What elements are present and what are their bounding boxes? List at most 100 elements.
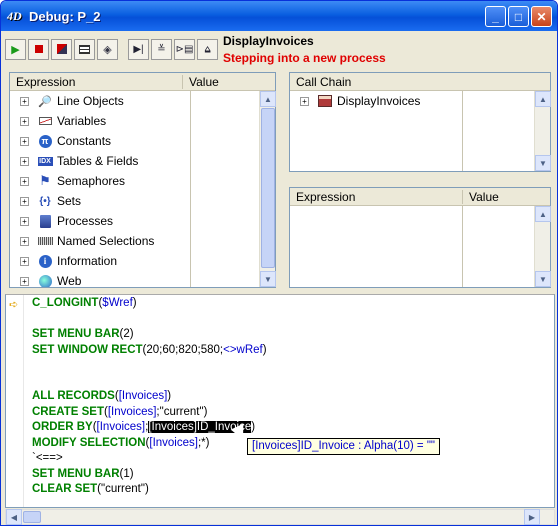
abort-button[interactable] <box>28 38 49 60</box>
trace-button[interactable]: ◈ <box>97 38 118 60</box>
close-button[interactable]: ✕ <box>531 6 552 27</box>
tree-item-label: Semaphores <box>57 174 126 188</box>
semaphore-icon: ⚑ <box>39 173 51 188</box>
watch-expression-header[interactable]: Expression <box>10 75 182 89</box>
code-line[interactable]: ALL RECORDS([Invoices]) <box>32 390 171 402</box>
custom-watch-scrollbar[interactable]: ▲ ▼ <box>534 206 551 287</box>
line-gutter[interactable]: ➪ <box>6 295 24 507</box>
code-line[interactable]: SET WINDOW RECT(20;60;820;580;<>wRef) <box>32 344 267 356</box>
expand-icon[interactable]: + <box>20 256 29 266</box>
column-divider <box>190 91 191 287</box>
tree-item-web[interactable]: + Web <box>10 271 260 287</box>
tree-item-processes[interactable]: + Processes <box>10 211 260 231</box>
code-line[interactable]: CLEAR SET("current") <box>32 483 149 495</box>
tree-item-label: Constants <box>57 134 112 148</box>
watch-pane-header: Expression Value <box>10 73 275 91</box>
code-horizontal-scrollbar[interactable]: ◀ ▶ <box>5 509 555 525</box>
tree-item-sets[interactable]: + {•} Sets <box>10 191 260 211</box>
tree-item-line-objects[interactable]: + 🔎 Line Objects <box>10 91 260 111</box>
title-bar[interactable]: 4D Debug: P_2 _ □ ✕ <box>1 1 557 31</box>
code-token: [Invoices] <box>118 390 168 402</box>
expand-icon[interactable]: + <box>300 96 309 106</box>
tree-item-label: Named Selections <box>57 234 155 248</box>
step-into-icon: ≚ <box>157 43 166 55</box>
program-counter-arrow-icon: ➪ <box>9 299 19 311</box>
tree-item-semaphores[interactable]: + ⚑ Semaphores <box>10 171 260 191</box>
expand-icon[interactable]: + <box>20 216 29 226</box>
step-over-icon: ▶| <box>133 43 144 55</box>
expand-icon[interactable]: + <box>20 236 29 246</box>
custom-expression-header[interactable]: Expression <box>290 190 462 204</box>
scroll-down-button[interactable]: ▼ <box>260 271 276 287</box>
scroll-down-button[interactable]: ▼ <box>535 271 551 287</box>
call-chain-item[interactable]: + DisplayInvoices <box>290 91 420 111</box>
tree-item-constants[interactable]: + π Constants <box>10 131 260 151</box>
watch-tree: + 🔎 Line Objects + Variables + π Constants + I… <box>10 91 260 287</box>
scroll-thumb[interactable] <box>261 108 275 268</box>
code-token: (2) <box>119 328 134 340</box>
code-token: $Wref <box>102 297 133 309</box>
tree-item-label: Sets <box>57 194 82 208</box>
debug-window: 4D Debug: P_2 _ □ ✕ ▶ ◈ ▶| ≚ ⊳▤ ⩠ Displa… <box>0 0 558 526</box>
edit-button[interactable] <box>74 38 95 60</box>
minimize-button[interactable]: _ <box>485 6 506 27</box>
pi-icon: π <box>37 134 53 148</box>
scroll-up-button[interactable]: ▲ <box>535 91 551 107</box>
call-chain-header: Call Chain <box>290 73 550 91</box>
abort-and-edit-button[interactable] <box>51 38 72 60</box>
code-line[interactable]: CREATE SET([Invoices];"current") <box>32 406 207 418</box>
code-line[interactable]: ORDER BY([Invoices];[Invoices]ID_Invoice… <box>32 421 255 433</box>
custom-watch-pane: Expression Value ▲ ▼ <box>289 187 551 288</box>
code-line[interactable]: MODIFY SELECTION([Invoices];*) <box>32 437 209 449</box>
scroll-left-button[interactable]: ◀ <box>6 509 22 525</box>
tree-item-information[interactable]: + i Information <box>10 251 260 271</box>
expand-icon[interactable]: + <box>20 156 29 166</box>
code-token: ;"current") <box>156 405 208 418</box>
window-title: Debug: P_2 <box>29 8 101 24</box>
set-icon: {•} <box>39 195 51 207</box>
custom-value-header[interactable]: Value <box>462 189 499 204</box>
magnifier-icon: 🔎 <box>38 95 52 108</box>
run-button[interactable]: ▶ <box>5 38 26 60</box>
watch-value-header[interactable]: Value <box>182 74 219 89</box>
call-chain-pane: Call Chain + DisplayInvoices ▲ ▼ <box>289 72 551 172</box>
debugger-toolbar: ▶ ◈ ▶| ≚ ⊳▤ ⩠ <box>5 35 220 63</box>
expand-icon[interactable]: + <box>20 176 29 186</box>
stop-icon <box>34 45 43 53</box>
code-keyword: C_LONGINT <box>32 297 99 309</box>
process-icon <box>37 214 53 228</box>
scroll-up-button[interactable]: ▲ <box>535 206 551 222</box>
scroll-right-button[interactable]: ▶ <box>524 509 540 525</box>
maximize-button[interactable]: □ <box>508 6 529 27</box>
scroll-thumb[interactable] <box>23 511 41 523</box>
code-line[interactable]: SET MENU BAR(1) <box>32 468 134 480</box>
expand-icon[interactable]: + <box>20 136 29 146</box>
source-code-pane[interactable]: ➪ C_LONGINT($Wref) SET MENU BAR(2) SET WIN… <box>5 294 555 508</box>
tree-item-label: Web <box>57 274 82 287</box>
code-keyword: ORDER BY <box>32 421 93 433</box>
expand-icon[interactable]: + <box>20 96 29 106</box>
watch-scrollbar[interactable]: ▲ ▼ <box>259 91 276 287</box>
expand-icon[interactable]: + <box>20 276 29 286</box>
edit-icon <box>79 44 90 54</box>
step-into-button[interactable]: ≚ <box>151 38 172 60</box>
call-chain-scrollbar[interactable]: ▲ ▼ <box>534 91 551 171</box>
scroll-up-button[interactable]: ▲ <box>260 91 276 107</box>
scroll-down-button[interactable]: ▼ <box>535 155 551 171</box>
step-out-icon: ⩠ <box>204 43 211 55</box>
code-token: [Invoices] <box>107 405 157 418</box>
step-over-button[interactable]: ▶| <box>128 38 149 60</box>
code-line[interactable]: C_LONGINT($Wref) <box>32 297 137 309</box>
step-into-process-button[interactable]: ⊳▤ <box>174 38 195 60</box>
expand-icon[interactable]: + <box>20 196 29 206</box>
code-token: ) <box>132 297 137 309</box>
step-out-button[interactable]: ⩠ <box>197 38 218 60</box>
code-line[interactable]: `<==> <box>32 452 63 464</box>
selection-icon <box>37 234 53 248</box>
tree-item-tables-fields[interactable]: + IDX Tables & Fields <box>10 151 260 171</box>
code-line[interactable]: SET MENU BAR(2) <box>32 328 134 340</box>
tree-item-variables[interactable]: + Variables <box>10 111 260 131</box>
tree-item-named-selections[interactable]: + Named Selections <box>10 231 260 251</box>
code-keyword: ALL RECORDS <box>32 390 115 402</box>
expand-icon[interactable]: + <box>20 116 29 126</box>
